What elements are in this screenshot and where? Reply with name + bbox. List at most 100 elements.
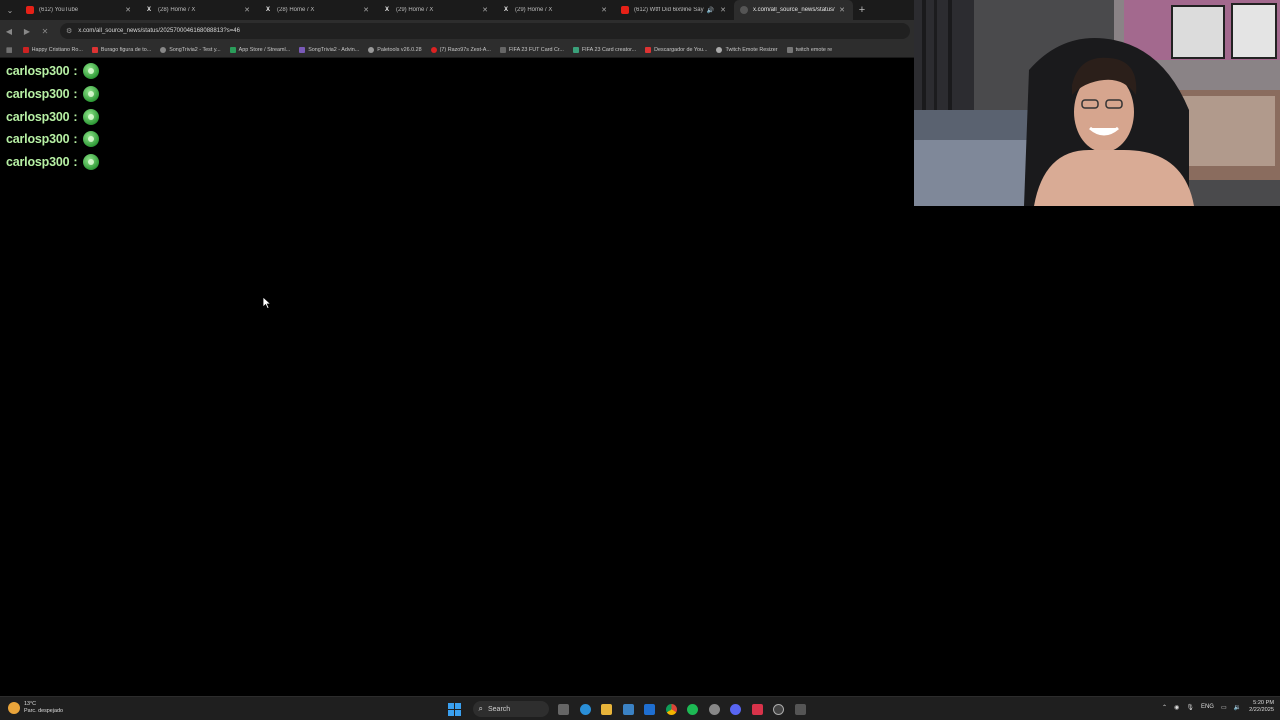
discord-icon[interactable]: [727, 700, 745, 718]
obs-icon[interactable]: [770, 700, 788, 718]
tab-youtube-video[interactable]: (612) Wtff Did 6ix9ine Say 🔊 ✕: [615, 0, 734, 20]
bookmark-item[interactable]: SongTrivia2 - Test y...: [160, 46, 221, 53]
tab-title: (28) Home / X: [277, 7, 315, 13]
back-arrow-icon[interactable]: ◀: [0, 22, 18, 40]
clock[interactable]: 5:20 PM 2/22/2025: [1249, 700, 1274, 714]
globe-icon: [740, 6, 748, 14]
tab-x-home-4[interactable]: X (29) Home / X ✕: [496, 0, 615, 20]
bookmark-item[interactable]: FIFA 23 Card creator...: [572, 46, 637, 53]
tab-x-home-2[interactable]: X (28) Home / X ✕: [258, 0, 377, 20]
start-button[interactable]: [445, 700, 463, 718]
bookmark-label: twitch emote re: [795, 46, 833, 53]
tab-title: (28) Home / X: [158, 7, 196, 13]
taskbar-search[interactable]: ⌕ Search: [472, 701, 549, 717]
microphone-icon[interactable]: 🎙: [1186, 704, 1194, 711]
weather-widget[interactable]: 13°C Parc. despejado: [8, 701, 63, 715]
tab-close-icon[interactable]: ✕: [361, 6, 371, 14]
browser-toolbar: ◀ ▶ ✕ ⚙ x.com/all_source_news/status/202…: [0, 20, 914, 42]
bookmark-favicon-icon: [229, 46, 236, 53]
tab-title: (612) Wtff Did 6ix9ine Say: [634, 7, 704, 13]
volume-icon[interactable]: 🔉: [1234, 704, 1241, 711]
tab-close-icon[interactable]: ✕: [123, 6, 133, 14]
tab-close-icon[interactable]: ✕: [718, 6, 728, 14]
bookmark-item[interactable]: Descargador de You...: [645, 46, 707, 53]
green-emote-icon: [82, 63, 99, 80]
tab-search-icon[interactable]: ⌄: [0, 0, 20, 20]
bookmark-label: FIFA 23 Card creator...: [581, 46, 637, 53]
edge-icon[interactable]: [576, 700, 594, 718]
tab-close-icon[interactable]: ✕: [837, 6, 847, 14]
network-icon[interactable]: ▭: [1221, 704, 1227, 711]
stop-loading-icon[interactable]: ✕: [36, 22, 54, 40]
bookmark-label: (7) Razo97s Zest-A...: [439, 46, 491, 53]
bookmark-item[interactable]: App Store / Streaml...: [229, 46, 290, 53]
tab-close-icon[interactable]: ✕: [242, 6, 252, 14]
tab-close-icon[interactable]: ✕: [480, 6, 490, 14]
bookmark-favicon-icon: [430, 46, 437, 53]
address-url: x.com/all_source_news/status/20257000461…: [78, 28, 240, 34]
tab-youtube[interactable]: (612) YouTube ✕: [20, 0, 139, 20]
spotify-icon[interactable]: [684, 700, 702, 718]
green-emote-icon: [82, 108, 99, 125]
task-view-icon[interactable]: [555, 700, 573, 718]
weather-temperature: 13°C: [24, 701, 37, 707]
tray-app-icon[interactable]: ◉: [1174, 704, 1179, 711]
chat-separator: :: [73, 109, 78, 124]
bookmark-item[interactable]: FIFA 23 FUT Card Cr...: [499, 46, 564, 53]
chat-separator: :: [73, 87, 78, 102]
tab-x-home-1[interactable]: X (28) Home / X ✕: [139, 0, 258, 20]
bookmark-item[interactable]: twitch emote re: [786, 46, 833, 53]
new-tab-button[interactable]: +: [853, 4, 871, 16]
bookmark-favicon-icon: [716, 46, 723, 53]
tab-active-x-status[interactable]: x.com/all_source_news/status/ ✕: [734, 0, 853, 20]
x-icon: X: [146, 7, 151, 13]
search-label: Search: [487, 705, 511, 713]
chat-username: carlosp300: [6, 109, 70, 124]
webcam-overlay: [914, 0, 1280, 206]
bookmark-favicon-icon: [22, 46, 29, 53]
bookmark-item[interactable]: Burago figura de to...: [91, 46, 151, 53]
bookmark-favicon-icon: [572, 46, 579, 53]
partly-cloudy-icon: [8, 702, 20, 714]
speaker-icon[interactable]: 🔊: [707, 7, 714, 14]
file-explorer-icon[interactable]: [598, 700, 616, 718]
site-info-icon[interactable]: ⚙: [66, 27, 72, 35]
chat-line: carlosp300 :: [6, 128, 99, 151]
bookmark-item[interactable]: (7) Razo97s Zest-A...: [430, 46, 491, 53]
bookmark-item[interactable]: Paletools v26.0.28: [368, 46, 422, 53]
tab-title: x.com/all_source_news/status/: [753, 7, 835, 13]
x-icon: X: [503, 7, 508, 13]
bookmark-item[interactable]: Twitch Emote Resizer: [716, 46, 778, 53]
calculator-icon[interactable]: [791, 700, 809, 718]
tab-x-home-3[interactable]: X (29) Home / X ✕: [377, 0, 496, 20]
store-icon[interactable]: [619, 700, 637, 718]
bookmark-label: SongTrivia2 - Advin...: [308, 46, 360, 53]
forward-arrow-icon[interactable]: ▶: [18, 22, 36, 40]
bookmark-item[interactable]: SongTrivia2 - Advin...: [299, 46, 360, 53]
bookmark-favicon-icon: [786, 46, 793, 53]
chrome-icon[interactable]: [662, 700, 680, 718]
language-indicator[interactable]: ENG: [1201, 704, 1214, 710]
address-bar[interactable]: ⚙ x.com/all_source_news/status/202570004…: [60, 23, 910, 39]
tab-title: (29) Home / X: [515, 7, 553, 13]
mouse-pointer-icon: [262, 296, 272, 310]
mail-icon[interactable]: [641, 700, 659, 718]
media-app-icon[interactable]: [748, 700, 766, 718]
chat-line: carlosp300 :: [6, 60, 99, 83]
chat-separator: :: [73, 64, 78, 79]
bookmark-favicon-icon: [299, 46, 306, 53]
tab-close-icon[interactable]: ✕: [599, 6, 609, 14]
weather-description: Parc. despejado: [24, 708, 63, 714]
apps-grid-icon[interactable]: ▦: [6, 46, 13, 54]
bookmark-favicon-icon: [91, 46, 98, 53]
clock-date: 2/22/2025: [1249, 707, 1274, 713]
settings-icon[interactable]: [705, 700, 723, 718]
tab-title: (612) YouTube: [39, 7, 79, 13]
streamer-webcam-image: [914, 0, 1280, 206]
browser-tab-strip: ⌄ (612) YouTube ✕ X (28) Home / X ✕ X (2…: [0, 0, 914, 20]
chat-line: carlosp300 :: [6, 83, 99, 106]
bookmark-item[interactable]: Happy Cristiano Ro...: [22, 46, 83, 53]
chevron-up-icon[interactable]: ⌃: [1162, 704, 1167, 711]
chat-separator: :: [73, 132, 78, 147]
tab-title: (29) Home / X: [396, 7, 434, 13]
